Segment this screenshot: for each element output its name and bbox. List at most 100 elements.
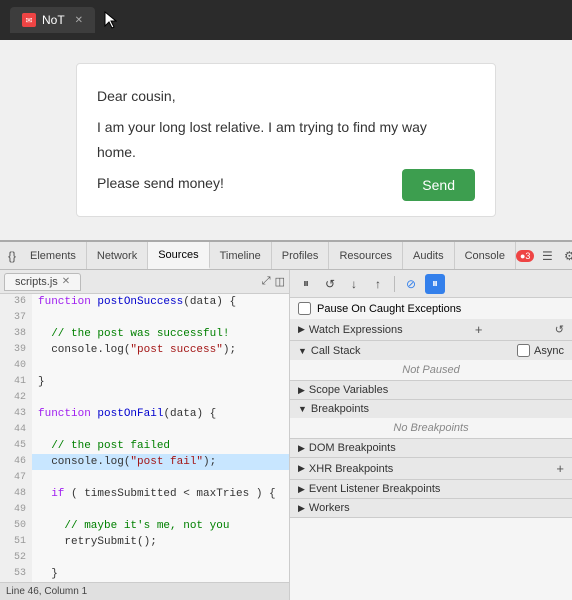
dom-breakpoints-header[interactable]: ▶ DOM Breakpoints [290, 439, 572, 457]
pause-exceptions-checkbox[interactable] [298, 302, 311, 315]
devtools-tabs: {} Elements Network Sources Timeline Pro… [0, 242, 572, 270]
filter-icon[interactable]: ☰ [538, 247, 556, 265]
xhr-bp-arrow-icon: ▶ [298, 463, 305, 474]
async-label: Async [534, 345, 564, 357]
xhr-breakpoints-header[interactable]: ▶ XHR Breakpoints + [290, 458, 572, 479]
cursor-position: Line 46, Column 1 [6, 586, 87, 597]
code-line-36: 36 function postOnSuccess(data) { [0, 294, 289, 310]
code-line-53: 53 } [0, 566, 289, 582]
event-listener-section: ▶ Event Listener Breakpoints [290, 480, 572, 499]
tab-sources[interactable]: Sources [148, 242, 209, 269]
code-area: 36 function postOnSuccess(data) { 37 38 … [0, 294, 289, 582]
browser-tab[interactable]: ✉ NoT ✕ [10, 7, 95, 33]
tab-label: NoT [42, 13, 65, 27]
dom-breakpoints-section: ▶ DOM Breakpoints [290, 439, 572, 458]
pause-exceptions-row: Pause On Caught Exceptions [290, 298, 572, 319]
email-card: Dear cousin, I am your long lost relativ… [76, 63, 496, 218]
code-line-44: 44 [0, 422, 289, 438]
code-line-38: 38 // the post was successful! [0, 326, 289, 342]
add-xhr-bp-icon[interactable]: + [556, 461, 564, 476]
dom-breakpoints-label: DOM Breakpoints [309, 442, 396, 454]
workers-arrow-icon: ▶ [298, 503, 305, 514]
not-paused-label: Not Paused [290, 360, 572, 380]
xhr-breakpoints-section: ▶ XHR Breakpoints + [290, 458, 572, 480]
email-line1: Dear cousin, [97, 84, 465, 109]
devtools-body: scripts.js ✕ ⤢ ◫ 36 function postOnSucce… [0, 270, 572, 600]
settings-icon[interactable]: ⚙ [560, 247, 572, 265]
debug-toolbar: ⏸ ↺ ↓ ↑ ⊘ ⏸ [290, 270, 572, 298]
event-listener-header[interactable]: ▶ Event Listener Breakpoints [290, 480, 572, 498]
deactivate-breakpoints-button[interactable]: ⊘ [401, 274, 421, 294]
xhr-breakpoints-label: XHR Breakpoints [309, 463, 393, 475]
file-tab-close[interactable]: ✕ [62, 276, 70, 287]
workers-header[interactable]: ▶ Workers [290, 499, 572, 517]
tab-close-icon[interactable]: ✕ [75, 15, 83, 26]
call-stack-header[interactable]: ▼ Call Stack Async [290, 341, 572, 360]
elements-icon: {} [4, 249, 20, 263]
pause-exceptions-label: Pause On Caught Exceptions [317, 303, 461, 315]
refresh-watch-icon[interactable]: ↺ [555, 323, 564, 336]
step-out-button[interactable]: ↑ [368, 274, 388, 294]
file-tab-label: scripts.js [15, 276, 58, 288]
add-watch-icon[interactable]: + [475, 322, 483, 337]
code-line-48: 48 if ( timesSubmitted < maxTries ) { [0, 486, 289, 502]
file-tab-scripts[interactable]: scripts.js ✕ [4, 273, 81, 291]
event-listener-arrow-icon: ▶ [298, 484, 305, 495]
workers-label: Workers [309, 502, 350, 514]
step-into-button[interactable]: ↓ [344, 274, 364, 294]
watch-expressions-section: ▶ Watch Expressions + ↺ [290, 319, 572, 341]
breakpoints-label: Breakpoints [311, 403, 369, 415]
collapse-icon[interactable]: ◫ [275, 275, 285, 288]
pause-on-exception-button[interactable]: ⏸ [425, 274, 445, 294]
expand-icon[interactable]: ⤢ [262, 275, 271, 288]
code-line-52: 52 [0, 550, 289, 566]
code-line-46: 46 console.log("post fail"); [0, 454, 289, 470]
tab-profiles[interactable]: Profiles [272, 242, 330, 269]
send-button[interactable]: Send [402, 169, 475, 201]
tab-elements[interactable]: Elements [20, 242, 87, 269]
status-bar: Line 46, Column 1 [0, 582, 289, 600]
pause-button[interactable]: ⏸ [296, 274, 316, 294]
code-line-42: 42 [0, 390, 289, 406]
code-line-39: 39 console.log("post success"); [0, 342, 289, 358]
watch-expressions-header[interactable]: ▶ Watch Expressions + ↺ [290, 319, 572, 340]
tab-timeline[interactable]: Timeline [210, 242, 272, 269]
code-line-51: 51 retrySubmit(); [0, 534, 289, 550]
browser-bar: ✉ NoT ✕ [0, 0, 572, 40]
file-tabs: scripts.js ✕ ⤢ ◫ [0, 270, 289, 294]
tab-console[interactable]: Console [455, 242, 516, 269]
code-line-40: 40 [0, 358, 289, 374]
workers-section: ▶ Workers [290, 499, 572, 518]
code-line-41: 41 } [0, 374, 289, 390]
code-line-47: 47 [0, 470, 289, 486]
async-checkbox[interactable] [517, 344, 530, 357]
breakpoints-section: ▼ Breakpoints No Breakpoints [290, 400, 572, 439]
error-badge: ●3 [516, 250, 534, 262]
tab-icon: ✉ [22, 13, 36, 27]
debug-panel: ⏸ ↺ ↓ ↑ ⊘ ⏸ Pause On Caught Exceptions ▶… [290, 270, 572, 600]
step-over-button[interactable]: ↺ [320, 274, 340, 294]
breakpoints-header[interactable]: ▼ Breakpoints [290, 400, 572, 418]
event-listener-label: Event Listener Breakpoints [309, 483, 440, 495]
tab-resources[interactable]: Resources [329, 242, 403, 269]
code-panel: scripts.js ✕ ⤢ ◫ 36 function postOnSucce… [0, 270, 290, 600]
tab-network[interactable]: Network [87, 242, 148, 269]
page-content: Dear cousin, I am your long lost relativ… [0, 40, 572, 240]
tab-audits[interactable]: Audits [403, 242, 455, 269]
code-line-49: 49 [0, 502, 289, 518]
scope-arrow-icon: ▶ [298, 385, 305, 396]
code-line-50: 50 // maybe it's me, not you [0, 518, 289, 534]
watch-expressions-label: Watch Expressions [309, 324, 403, 336]
devtools-tab-icons: ●3 ☰ ⚙ ⊡ ✕ [516, 247, 572, 265]
code-line-45: 45 // the post failed [0, 438, 289, 454]
no-breakpoints-label: No Breakpoints [290, 418, 572, 438]
call-stack-arrow-icon: ▼ [298, 346, 307, 356]
breakpoints-arrow-icon: ▼ [298, 404, 307, 414]
scope-variables-label: Scope Variables [309, 384, 388, 396]
watch-arrow-icon: ▶ [298, 324, 305, 335]
dom-bp-arrow-icon: ▶ [298, 443, 305, 454]
async-checkbox-row: Async [517, 344, 564, 357]
call-stack-section: ▼ Call Stack Async Not Paused [290, 341, 572, 381]
scope-variables-section: ▶ Scope Variables [290, 381, 572, 400]
scope-variables-header[interactable]: ▶ Scope Variables [290, 381, 572, 399]
